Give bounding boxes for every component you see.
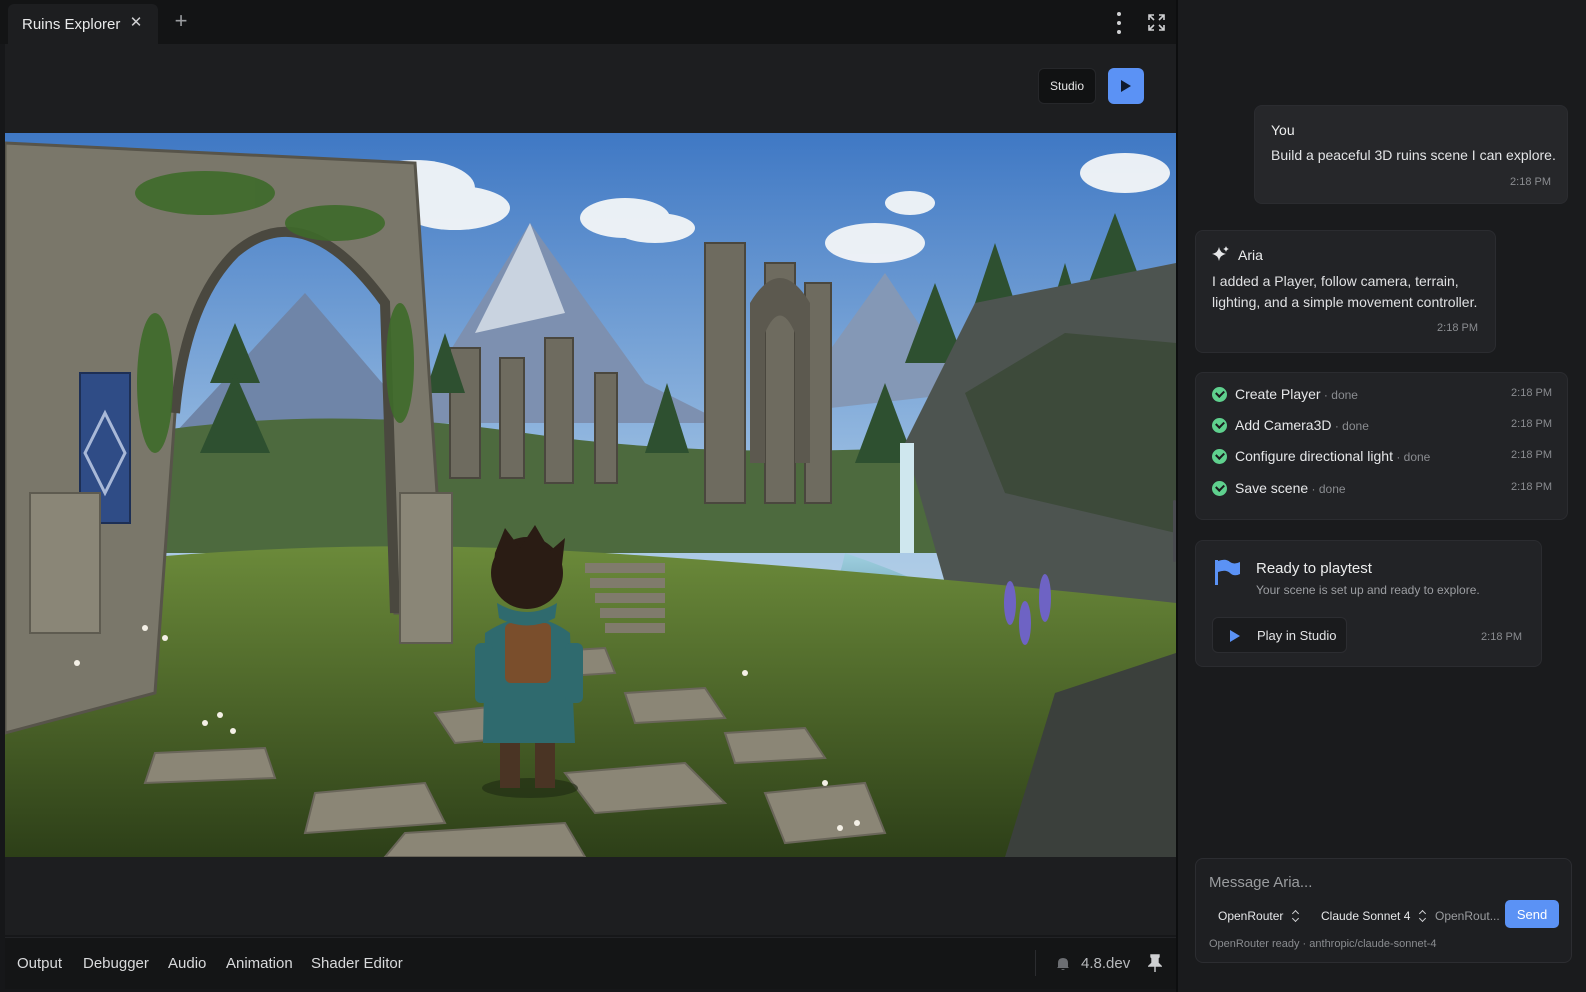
scene-render bbox=[5, 133, 1176, 857]
bottom-panel-bar: Output Debugger Audio Animation Shader E… bbox=[5, 937, 1176, 989]
message-time: 2:18 PM bbox=[1510, 176, 1551, 188]
api-key-field[interactable]: OpenRout... bbox=[1435, 909, 1500, 923]
message-input[interactable] bbox=[1209, 871, 1559, 893]
message-composer: OpenRouter Claude Sonnet 4 OpenRout... S… bbox=[1195, 858, 1572, 963]
ready-subtitle: Your scene is set up and ready to explor… bbox=[1256, 583, 1480, 597]
tab-bar: Ruins Explorer ✕ + bbox=[0, 0, 1176, 44]
task-status: done bbox=[1403, 450, 1431, 464]
task-name: Save scene bbox=[1235, 480, 1309, 496]
task-item: Add Camera3D · done 2:18 PM bbox=[1212, 416, 1552, 436]
task-status: done bbox=[1318, 482, 1346, 496]
check-circle-icon bbox=[1212, 481, 1227, 496]
studio-button[interactable]: Studio bbox=[1038, 68, 1096, 104]
bell-icon[interactable] bbox=[1055, 955, 1071, 971]
fullscreen-icon[interactable] bbox=[1148, 14, 1165, 31]
button-label: Play in Studio bbox=[1257, 628, 1337, 643]
send-button[interactable]: Send bbox=[1505, 900, 1559, 928]
task-name: Create Player bbox=[1235, 386, 1321, 402]
message-text: Build a peaceful 3D ruins scene I can ex… bbox=[1271, 147, 1556, 163]
model-select[interactable]: Claude Sonnet 4 bbox=[1321, 905, 1426, 927]
tab-shader-editor[interactable]: Shader Editor bbox=[311, 955, 403, 972]
pin-icon[interactable] bbox=[1148, 954, 1162, 972]
task-status: done bbox=[1331, 388, 1358, 402]
message-author: You bbox=[1271, 122, 1295, 138]
task-item: Save scene · done 2:18 PM bbox=[1212, 479, 1552, 499]
tab-output[interactable]: Output bbox=[17, 955, 62, 972]
viewport-bottom-area bbox=[5, 857, 1176, 935]
task-list: Create Player · done 2:18 PM Add Camera3… bbox=[1195, 372, 1568, 520]
tab-title: Ruins Explorer bbox=[22, 15, 121, 33]
flag-icon bbox=[1215, 559, 1240, 585]
message-time: 2:18 PM bbox=[1481, 631, 1522, 643]
check-circle-icon bbox=[1212, 449, 1227, 464]
task-item: Create Player · done 2:18 PM bbox=[1212, 385, 1552, 405]
play-button[interactable] bbox=[1108, 68, 1144, 104]
editor-panel: Ruins Explorer ✕ + Studio Output Debugge… bbox=[0, 0, 1176, 992]
assistant-message: Aria I added a Player, follow camera, te… bbox=[1195, 230, 1496, 353]
user-message: You Build a peaceful 3D ruins scene I ca… bbox=[1254, 105, 1568, 204]
close-icon[interactable]: ✕ bbox=[128, 14, 144, 32]
task-name: Add Camera3D bbox=[1235, 417, 1332, 433]
connection-status: OpenRouter ready · anthropic/claude-sonn… bbox=[1209, 938, 1437, 950]
task-time: 2:18 PM bbox=[1511, 387, 1552, 399]
chevron-updown-icon bbox=[1292, 910, 1299, 922]
game-viewport[interactable] bbox=[5, 133, 1176, 857]
message-time: 2:18 PM bbox=[1437, 322, 1478, 334]
sparkle-icon bbox=[1212, 246, 1229, 261]
provider-select[interactable]: OpenRouter bbox=[1218, 905, 1299, 927]
check-circle-icon bbox=[1212, 387, 1227, 402]
tab-animation[interactable]: Animation bbox=[226, 955, 293, 972]
viewport-toolbar bbox=[5, 44, 1176, 133]
divider bbox=[1035, 950, 1036, 976]
check-circle-icon bbox=[1212, 418, 1227, 433]
task-time: 2:18 PM bbox=[1511, 481, 1552, 493]
provider-value: OpenRouter bbox=[1218, 909, 1284, 923]
task-item: Configure directional light · done 2:18 … bbox=[1212, 447, 1552, 467]
tab-audio[interactable]: Audio bbox=[168, 955, 206, 972]
play-in-studio-button[interactable]: Play in Studio bbox=[1212, 617, 1347, 653]
task-name: Configure directional light bbox=[1235, 448, 1393, 464]
ready-card: Ready to playtest Your scene is set up a… bbox=[1195, 540, 1542, 667]
task-status: done bbox=[1342, 419, 1369, 433]
kebab-menu-icon[interactable] bbox=[1114, 12, 1124, 34]
tab-ruins-explorer[interactable]: Ruins Explorer ✕ bbox=[8, 4, 158, 44]
message-author: Aria bbox=[1238, 247, 1263, 263]
chat-panel: You Build a peaceful 3D ruins scene I ca… bbox=[1178, 0, 1586, 992]
engine-version: 4.8.dev bbox=[1081, 955, 1131, 972]
tab-debugger[interactable]: Debugger bbox=[83, 955, 149, 972]
message-text: I added a Player, follow camera, terrain… bbox=[1212, 273, 1478, 310]
play-icon bbox=[1121, 80, 1131, 92]
plus-icon[interactable]: + bbox=[170, 10, 192, 32]
play-icon bbox=[1230, 630, 1240, 642]
task-time: 2:18 PM bbox=[1511, 449, 1552, 461]
model-value: Claude Sonnet 4 bbox=[1321, 909, 1411, 923]
chevron-updown-icon bbox=[1419, 910, 1426, 922]
ready-title: Ready to playtest bbox=[1256, 560, 1372, 577]
task-time: 2:18 PM bbox=[1511, 418, 1552, 430]
